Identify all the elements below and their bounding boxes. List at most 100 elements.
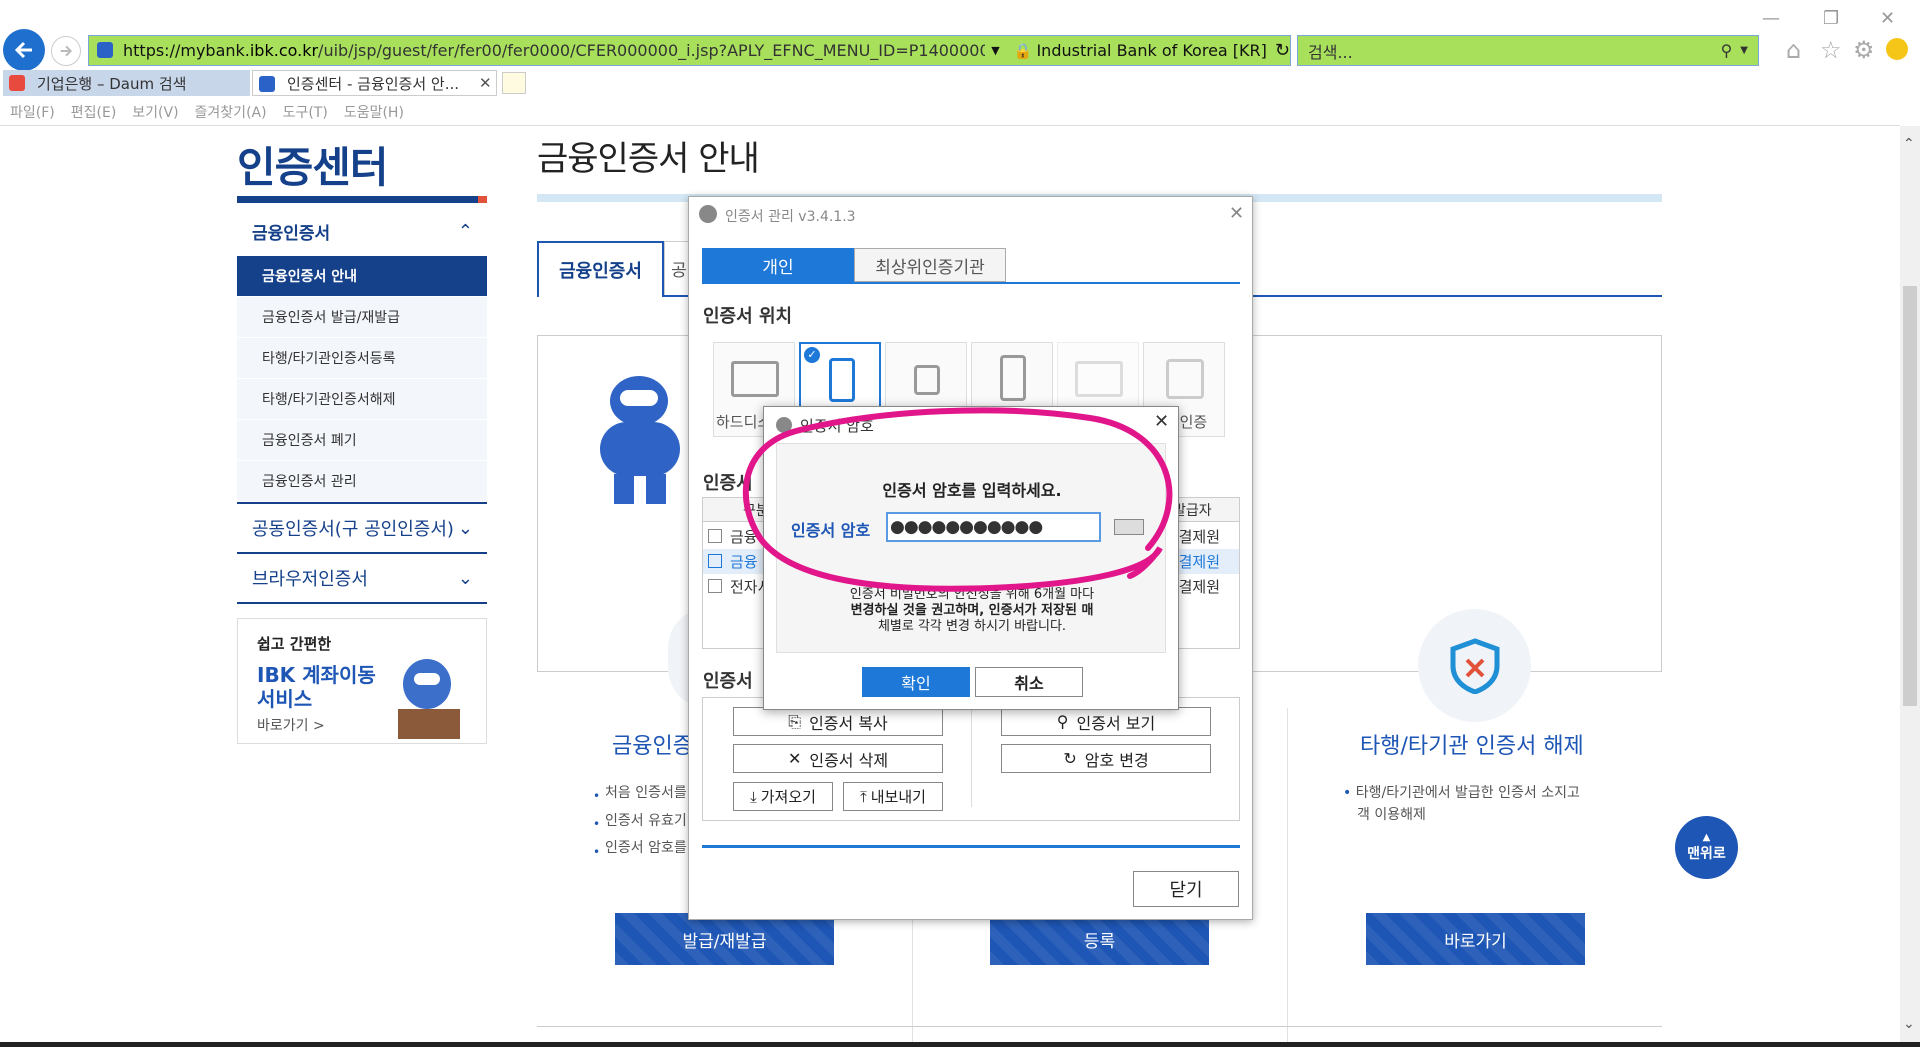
menu-edit[interactable]: 편집(E) bbox=[71, 102, 117, 122]
scroll-up-icon[interactable]: ⌃ bbox=[1903, 136, 1915, 152]
monitor-icon bbox=[1075, 361, 1123, 397]
tab-label: 기업은행 – Daum 검색 bbox=[37, 74, 187, 93]
sidebar-item-guide[interactable]: 금융인증서 안내 bbox=[237, 256, 487, 297]
scroll-top-button[interactable]: ▲ 맨위로 bbox=[1675, 816, 1738, 879]
cert-icon bbox=[708, 554, 722, 568]
dropdown-icon[interactable]: ▼ bbox=[991, 44, 999, 57]
notice-line1: 인증서 비밀번호의 안전성을 위해 6개월 마다 bbox=[849, 587, 1095, 602]
sidebar-group-label: 브라우저인증서 bbox=[252, 569, 368, 590]
gear-icon[interactable]: ⚙ bbox=[1853, 36, 1875, 64]
copy-cert-button[interactable]: ⎘ 인증서 복사 bbox=[733, 707, 943, 736]
tab-label: 금융인증서 bbox=[559, 261, 642, 282]
cert-icon bbox=[708, 529, 722, 543]
button-label: 취소 bbox=[1014, 674, 1044, 693]
card-left-bullet: 인증서 암호를 bbox=[605, 840, 687, 856]
actions-divider bbox=[971, 707, 972, 807]
restore-button[interactable]: ❐ bbox=[1823, 8, 1839, 29]
sidebar-section-financial-cert[interactable]: 금융인증서 ⌃ bbox=[237, 206, 487, 256]
close-window-button[interactable]: ✕ bbox=[1880, 8, 1895, 29]
sidebar-title-accent bbox=[478, 196, 487, 203]
refresh-icon[interactable]: ↻ bbox=[1275, 40, 1290, 61]
cert-manager-title: 인증서 관리 v3.4.1.3 bbox=[725, 209, 856, 225]
sidebar-item-label: 금융인증서 폐기 bbox=[262, 433, 357, 449]
issue-reissue-button[interactable]: 발급/재발급 bbox=[615, 913, 834, 965]
go-button[interactable]: 바로가기 bbox=[1366, 913, 1585, 965]
sidebar-item-label: 타행/타기관인증서해제 bbox=[262, 392, 396, 408]
sidebar-group-browser-cert[interactable]: 브라우저인증서 ⌄ bbox=[237, 554, 487, 604]
bullet-dot: • bbox=[1343, 785, 1356, 801]
search-dropdown-icon[interactable]: ▼ bbox=[1740, 45, 1748, 56]
button-label: 인증서 삭제 bbox=[809, 750, 889, 770]
menu-file[interactable]: 파일(F) bbox=[10, 102, 55, 122]
tab-underline bbox=[702, 282, 1240, 284]
button-label: 등록 bbox=[1083, 931, 1116, 952]
menu-favorites[interactable]: 즐겨찾기(A) bbox=[195, 102, 267, 122]
close-icon[interactable]: ✕ bbox=[1229, 203, 1244, 224]
page-title: 금융인증서 안내 bbox=[537, 139, 760, 179]
password-input[interactable]: ●●●●●●●●●●● bbox=[886, 512, 1101, 542]
favorites-star-icon[interactable]: ☆ bbox=[1820, 36, 1842, 64]
forward-button[interactable] bbox=[51, 36, 81, 66]
change-password-button[interactable]: ↻ 암호 변경 bbox=[1001, 744, 1211, 773]
smiley-icon[interactable] bbox=[1886, 38, 1908, 60]
lock-icon[interactable]: 🔒 bbox=[1014, 42, 1033, 60]
ibk-transfer-banner[interactable]: 쉽고 간편한 IBK 계좌이동 서비스 바로가기 > bbox=[237, 618, 487, 744]
menu-view[interactable]: 보기(V) bbox=[132, 102, 178, 122]
scrollbar-thumb[interactable] bbox=[1903, 286, 1917, 706]
tab-daum[interactable]: 기업은행 – Daum 검색 bbox=[3, 70, 250, 96]
sidebar-item-label: 금융인증서 안내 bbox=[262, 269, 358, 285]
site-identity[interactable]: Industrial Bank of Korea [KR] bbox=[1036, 41, 1266, 60]
button-label: 확인 bbox=[901, 674, 931, 693]
ok-button[interactable]: 확인 bbox=[862, 667, 970, 697]
sidebar-item-label: 타행/타기관인증서등록 bbox=[262, 351, 396, 367]
list-label: 인증서 bbox=[703, 473, 753, 494]
card-right-desc-line2: 객 이용해제 bbox=[1357, 807, 1426, 823]
menu-help[interactable]: 도움말(H) bbox=[344, 102, 404, 122]
tab-personal[interactable]: 개인 bbox=[702, 248, 854, 282]
register-button[interactable]: 등록 bbox=[990, 913, 1209, 965]
back-button[interactable] bbox=[3, 29, 45, 71]
search-box[interactable]: 검색... ⚲ ▼ bbox=[1297, 35, 1759, 66]
minimize-button[interactable]: — bbox=[1762, 8, 1780, 29]
delete-cert-button[interactable]: ✕ 인증서 삭제 bbox=[733, 744, 943, 773]
chevron-up-icon: ⌃ bbox=[457, 220, 473, 242]
view-cert-button[interactable]: ⚲ 인증서 보기 bbox=[1001, 707, 1211, 736]
forward-arrow-icon bbox=[60, 45, 73, 57]
cert-password-dialog: 인증서 암호 ✕ 인증서 암호를 입력하세요. 인증서 암호 ●●●●●●●●●… bbox=[763, 406, 1179, 710]
sidebar-item-unregister[interactable]: 타행/타기관인증서해제 bbox=[237, 379, 487, 420]
sidebar-group-joint-cert[interactable]: 공동인증서(구 공인인증서) ⌄ bbox=[237, 504, 487, 554]
actions-label: 인증서 bbox=[703, 671, 753, 692]
home-icon[interactable]: ⌂ bbox=[1786, 36, 1801, 64]
virtual-keyboard-icon[interactable] bbox=[1114, 519, 1144, 535]
taskbar-strip bbox=[0, 1042, 1920, 1047]
sidebar-item-issue[interactable]: 금융인증서 발급/재발급 bbox=[237, 297, 487, 338]
tab-label: 개인 bbox=[762, 257, 794, 278]
export-button[interactable]: ⤒ 내보내기 bbox=[843, 782, 943, 811]
chevron-down-icon: ⌄ bbox=[457, 567, 473, 589]
sidebar-title: 인증센터 bbox=[237, 143, 389, 192]
address-bar[interactable]: https://mybank.ibk.co.kr/uib/jsp/guest/f… bbox=[88, 35, 1291, 66]
simple-auth-icon bbox=[1166, 359, 1204, 399]
search-icon[interactable]: ⚲ bbox=[1721, 41, 1733, 60]
new-tab-button[interactable] bbox=[502, 72, 526, 94]
banner-link[interactable]: 바로가기 > bbox=[257, 715, 325, 735]
tab-financial-cert[interactable]: 금융인증서 bbox=[537, 241, 664, 297]
password-prompt: 인증서 암호를 입력하세요. bbox=[882, 481, 1062, 500]
cancel-button[interactable]: 취소 bbox=[975, 667, 1083, 697]
import-button[interactable]: ⤓ 가져오기 bbox=[733, 782, 833, 811]
scroll-down-icon[interactable]: ⌄ bbox=[1903, 1016, 1915, 1032]
tab-ibk[interactable]: 인증센터 - 금융인증서 안... ✕ bbox=[252, 70, 497, 96]
button-label: 인증서 복사 bbox=[809, 713, 888, 733]
tab-root-ca[interactable]: 최상위인증기관 bbox=[854, 248, 1006, 282]
close-button[interactable]: 닫기 bbox=[1133, 871, 1239, 907]
tab-close-icon[interactable]: ✕ bbox=[479, 74, 492, 92]
check-icon: ✓ bbox=[804, 347, 820, 363]
sidebar-item-revoke[interactable]: 금융인증서 폐기 bbox=[237, 420, 487, 461]
scroll-top-label: 맨위로 bbox=[1687, 846, 1726, 862]
sidebar-item-register[interactable]: 타행/타기관인증서등록 bbox=[237, 338, 487, 379]
sidebar-item-manage[interactable]: 금융인증서 관리 bbox=[237, 461, 487, 502]
magnifier-icon: ⚲ bbox=[1056, 712, 1069, 731]
menu-tools[interactable]: 도구(T) bbox=[283, 102, 328, 122]
app-logo-icon bbox=[776, 417, 792, 433]
close-icon[interactable]: ✕ bbox=[1154, 411, 1169, 432]
